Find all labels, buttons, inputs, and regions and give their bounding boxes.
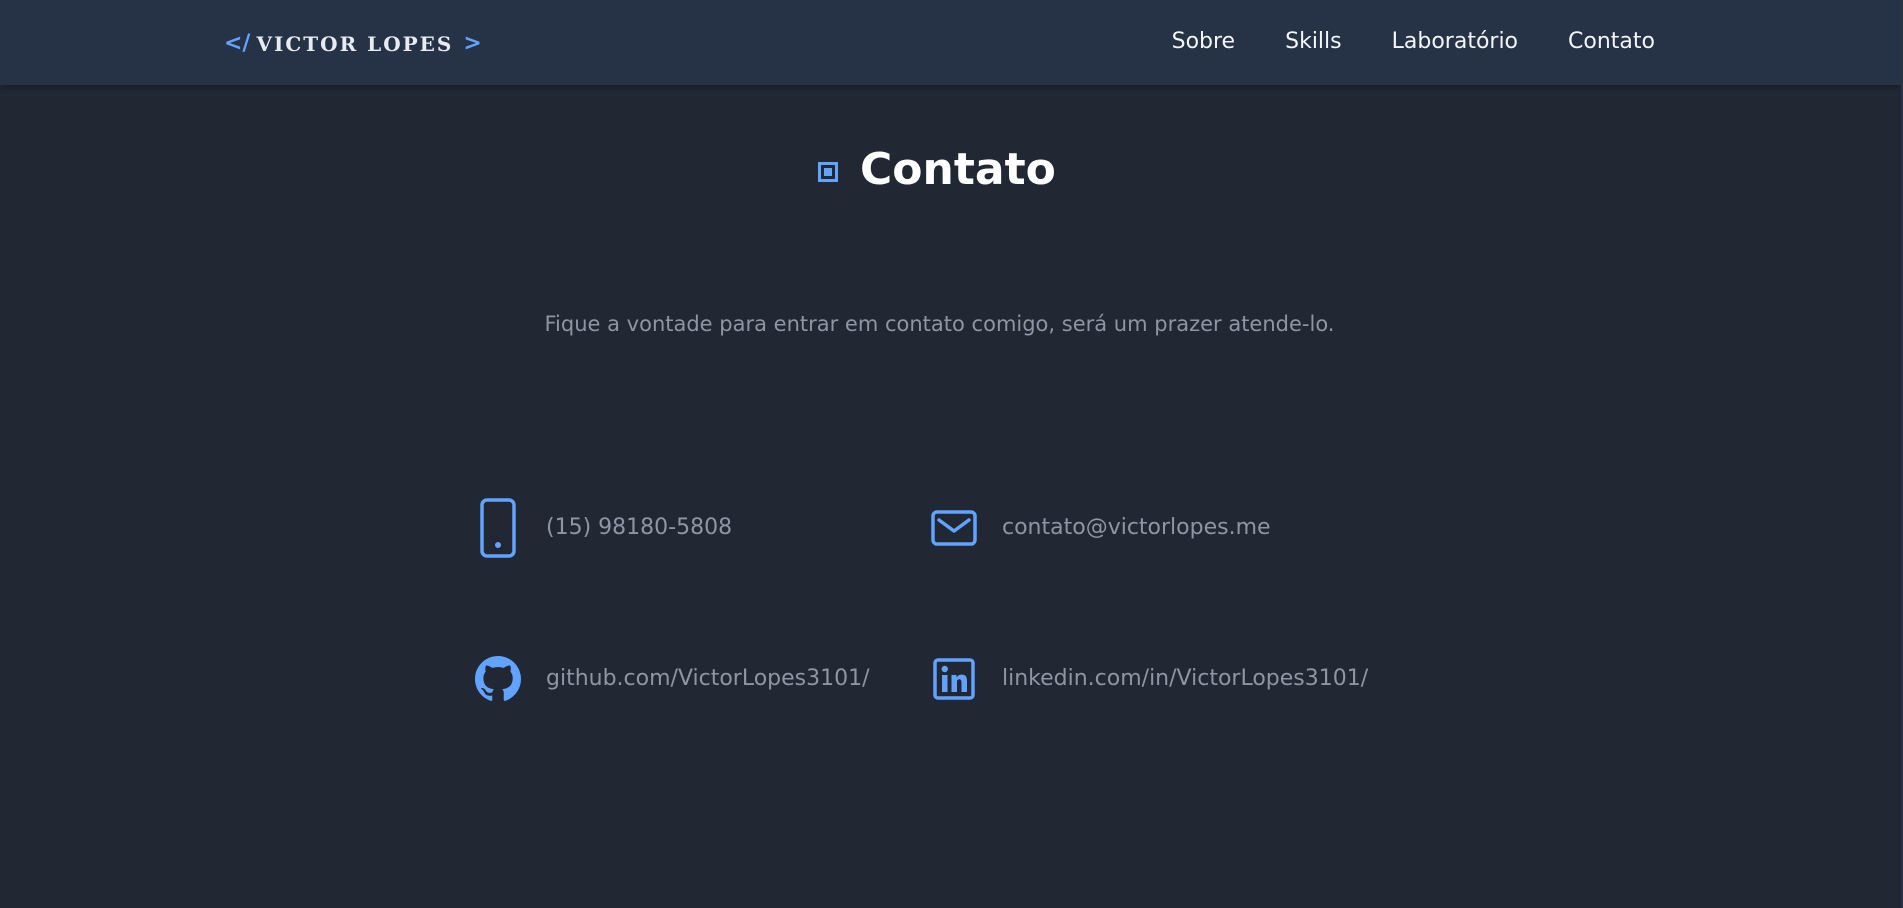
contact-email[interactable]: contato@victorlopes.me — [926, 498, 1271, 558]
github-icon — [470, 649, 526, 709]
contact-phone[interactable]: (15) 98180-5808 — [470, 498, 732, 558]
contact-linkedin-text: linkedin.com/in/VictorLopes3101/ — [1002, 666, 1369, 691]
section-subtitle: Fique a vontade para entrar em contato c… — [544, 312, 1335, 336]
main-nav: Sobre Skills Laboratório Contato — [1172, 26, 1655, 58]
linkedin-icon — [926, 649, 982, 709]
section-heading: Contato — [818, 142, 1056, 198]
mail-icon — [926, 498, 982, 558]
navbar: </ VICTOR LOPES > Sobre Skills Laboratór… — [0, 0, 1903, 85]
contact-phone-text: (15) 98180-5808 — [546, 515, 733, 540]
nav-link-skills[interactable]: Skills — [1285, 26, 1342, 58]
section-title: Contato — [860, 144, 1056, 195]
page: </ VICTOR LOPES > Sobre Skills Laboratór… — [0, 0, 1903, 908]
logo[interactable]: </ VICTOR LOPES > — [224, 30, 482, 58]
contact-github[interactable]: github.com/VictorLopes3101/ — [470, 649, 870, 709]
nav-link-contato[interactable]: Contato — [1568, 26, 1655, 58]
nav-link-laboratorio[interactable]: Laboratório — [1392, 26, 1518, 58]
phone-icon — [470, 498, 526, 558]
contact-email-text: contato@victorlopes.me — [1002, 515, 1271, 540]
logo-close-bracket: > — [463, 31, 482, 56]
square-target-icon — [818, 162, 838, 182]
nav-link-sobre[interactable]: Sobre — [1172, 26, 1236, 58]
contact-linkedin[interactable]: linkedin.com/in/VictorLopes3101/ — [926, 649, 1368, 709]
contact-github-text: github.com/VictorLopes3101/ — [546, 666, 870, 691]
logo-text: VICTOR LOPES — [256, 32, 454, 56]
logo-open-bracket: </ — [224, 31, 251, 56]
